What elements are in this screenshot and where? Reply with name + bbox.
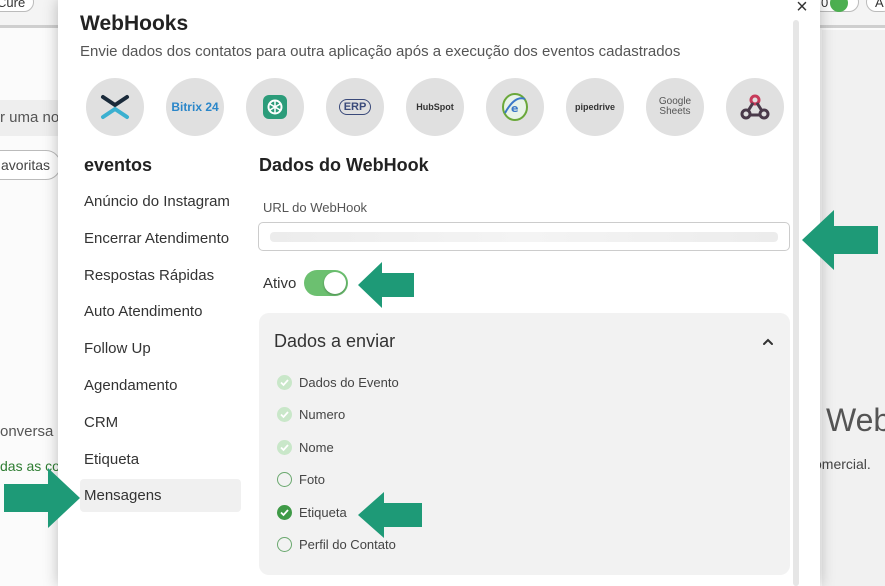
- events-title: eventos: [84, 155, 153, 175]
- hubspot-icon: HubSpot: [416, 102, 454, 112]
- webhook-form-title: Dados do WebHook: [259, 155, 429, 175]
- event-item-agendamento[interactable]: Agendamento: [80, 369, 241, 402]
- event-item-auto-atendimento[interactable]: Auto Atendimento: [80, 295, 241, 328]
- ativo-label: Ativo: [263, 275, 297, 292]
- webhooks-modal: × WebHooks Envie dados dos contatos para…: [58, 0, 820, 586]
- integration-webhook-button[interactable]: [726, 78, 784, 136]
- toggle-knob: [324, 272, 346, 294]
- event-item-etiqueta[interactable]: Etiqueta: [80, 443, 241, 476]
- annotation-arrow-url-icon: [802, 210, 878, 270]
- dados-enviar-panel: Dados a enviar Dados do Evento Numero No…: [259, 313, 790, 575]
- integration-hubspot-button[interactable]: HubSpot: [406, 78, 464, 136]
- field-label: Dados do Evento: [299, 375, 399, 390]
- checked-disabled-icon: [277, 375, 292, 390]
- event-item-crm[interactable]: CRM: [80, 406, 241, 439]
- chatgpt-icon: [263, 95, 287, 119]
- annotation-arrow-etiqueta-icon: [358, 492, 422, 538]
- event-item-mensagens[interactable]: Mensagens: [80, 479, 241, 512]
- integration-xlogo-button[interactable]: [86, 78, 144, 136]
- integration-erp-button[interactable]: ERP: [326, 78, 384, 136]
- event-item-follow-up[interactable]: Follow Up: [80, 332, 241, 365]
- field-label: Foto: [299, 472, 326, 487]
- field-label: Nome: [299, 440, 334, 455]
- background-favorites-chip: avoritas: [0, 150, 62, 180]
- integration-chatgpt-button[interactable]: [246, 78, 304, 136]
- background-right-panel: [822, 30, 885, 586]
- panel-title: Dados a enviar: [274, 331, 396, 351]
- annotation-arrow-mensagens-icon: [4, 468, 80, 528]
- webhook-icon: [740, 94, 770, 120]
- svg-text:e: e: [511, 102, 518, 115]
- erp-icon: ERP: [338, 99, 372, 115]
- integration-bitrix24-button[interactable]: Bitrix 24: [166, 78, 224, 136]
- event-item-encerrar-atendimento[interactable]: Encerrar Atendimento: [80, 222, 241, 255]
- background-pill: A: [866, 0, 885, 12]
- checked-icon: [277, 505, 292, 520]
- modal-scrollbar[interactable]: [793, 20, 799, 586]
- unchecked-circle-icon: [277, 537, 292, 552]
- background-pill: Cure: [0, 0, 35, 12]
- integration-google-sheets-button[interactable]: Google Sheets: [646, 78, 704, 136]
- background-conversa-text: onversa: [0, 423, 54, 440]
- annotation-arrow-ativo-icon: [358, 262, 414, 308]
- event-item-respostas-rapidas[interactable]: Respostas Rápidas: [80, 259, 241, 292]
- event-item-anuncio-instagram[interactable]: Anúncio do Instagram: [80, 185, 241, 218]
- integration-pipedrive-button[interactable]: pipedrive: [566, 78, 624, 136]
- integrations-row: Bitrix 24 ERP HubSpot e pipedrive Google…: [86, 78, 786, 138]
- background-web-text: Web: [826, 402, 885, 438]
- nfe-icon: e: [502, 93, 528, 121]
- ativo-toggle[interactable]: [304, 270, 348, 296]
- google-sheets-icon: Google Sheets: [658, 96, 692, 117]
- url-redacted-value: [270, 232, 778, 242]
- field-label: Etiqueta: [299, 505, 347, 520]
- chevron-up-icon[interactable]: [761, 335, 775, 349]
- background-comercial-text: omercial.: [814, 456, 871, 472]
- unchecked-circle-icon: [277, 472, 292, 487]
- modal-title: WebHooks: [80, 12, 189, 35]
- bitrix24-icon: Bitrix 24: [171, 100, 219, 114]
- pipedrive-icon: pipedrive: [574, 102, 615, 112]
- xlogo-icon: [101, 95, 129, 119]
- field-label: Numero: [299, 407, 346, 422]
- url-label: URL do WebHook: [263, 200, 368, 215]
- checked-disabled-icon: [277, 440, 292, 455]
- integration-nfe-button[interactable]: e: [486, 78, 544, 136]
- modal-subtitle: Envie dados dos contatos para outra apli…: [80, 43, 681, 60]
- checked-disabled-icon: [277, 407, 292, 422]
- close-button[interactable]: ×: [793, 0, 811, 18]
